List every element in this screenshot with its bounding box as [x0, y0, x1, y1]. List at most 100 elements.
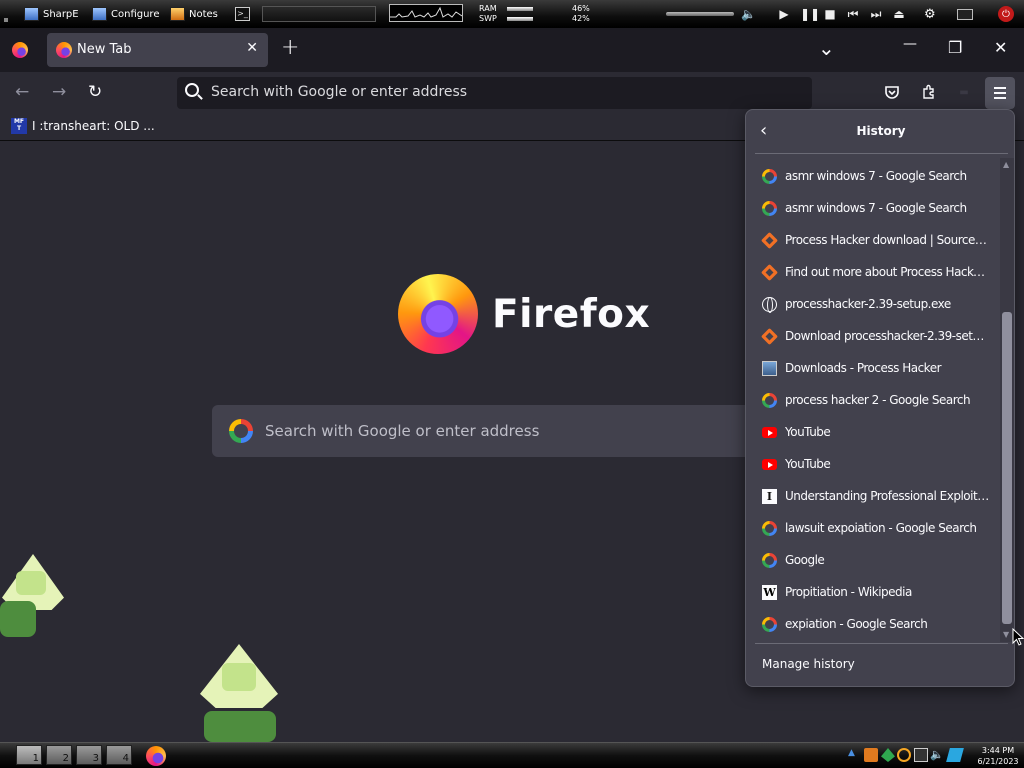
app-menu-button[interactable] [985, 77, 1015, 109]
configure-icon [92, 7, 107, 21]
divider [755, 153, 1008, 154]
workspace-number: 4 [122, 753, 129, 764]
forward-button[interactable]: → [52, 82, 66, 102]
extensions-icon[interactable] [920, 83, 938, 101]
google-icon [762, 617, 777, 632]
new-tab-button[interactable]: + [281, 35, 299, 60]
system-top-panel: SharpE Configure Notes >_ RAM SWP 46% 42… [0, 0, 1024, 28]
monitor-icon[interactable] [957, 0, 973, 28]
list-all-tabs-icon[interactable]: ⌄ [818, 36, 835, 60]
eject-icon[interactable]: ⏏ [892, 7, 906, 21]
cpu-graph-line [390, 6, 462, 18]
ram-label: RAM [479, 4, 497, 13]
history-scrollbar[interactable]: ▲ ▼ [1000, 158, 1014, 642]
history-title: History [856, 124, 906, 138]
tab-strip: New Tab ✕ + ⌄ — ❐ ✕ [0, 28, 1024, 72]
tray-search-icon[interactable] [897, 748, 911, 762]
next-icon[interactable]: ⏭ [869, 7, 883, 22]
notes-icon [170, 7, 185, 21]
ram-percent: 46% [572, 4, 590, 13]
power-icon[interactable]: ⏻ [998, 6, 1014, 22]
history-item-label: Understanding Professional Exploitation … [785, 489, 991, 503]
settings-icon[interactable]: ⚙ [924, 0, 936, 28]
scroll-up-icon[interactable]: ▲ [1003, 160, 1009, 169]
launcher-sharpe[interactable]: SharpE [24, 0, 79, 28]
pocket-icon[interactable] [883, 83, 901, 101]
speaker-icon[interactable]: 🔈 [741, 0, 756, 28]
history-item[interactable]: asmr windows 7 - Google Search [754, 192, 1000, 224]
history-item[interactable]: I Understanding Professional Exploitation… [754, 480, 1000, 512]
history-item[interactable]: W Propitiation - Wikipedia [754, 576, 1000, 608]
history-item-label: Download processhacker-2.39-setup.exe (P… [785, 329, 991, 343]
firefox-view-icon[interactable] [12, 42, 28, 58]
reload-button[interactable]: ↻ [88, 82, 102, 102]
url-placeholder: Search with Google or enter address [211, 84, 468, 100]
play-icon[interactable]: ▶ [777, 7, 791, 21]
tray-app2-icon[interactable] [946, 748, 964, 762]
workspace-3[interactable]: 3 [76, 745, 102, 765]
terminal-icon: >_ [235, 7, 250, 21]
history-item-label: asmr windows 7 - Google Search [785, 169, 967, 183]
history-item[interactable]: Download processhacker-2.39-setup.exe (P… [754, 320, 1000, 352]
history-item[interactable]: expiation - Google Search [754, 608, 1000, 640]
workspace-4[interactable]: 4 [106, 745, 132, 765]
divider [755, 643, 1008, 644]
tray-network-icon[interactable] [881, 748, 895, 762]
youtube-icon [762, 459, 777, 470]
clock[interactable]: 3:44 PM 6/21/2023 [972, 745, 1024, 767]
history-item[interactable]: asmr windows 7 - Google Search [754, 160, 1000, 192]
swap-percent: 42% [572, 14, 590, 23]
tab-close-icon[interactable]: ✕ [246, 40, 258, 56]
firefox-taskbar-icon[interactable] [146, 746, 166, 766]
launcher-label: SharpE [43, 8, 79, 20]
history-panel: ‹ History asmr windows 7 - Google Search… [745, 109, 1015, 687]
tray-arrow-icon[interactable]: ▲ [848, 748, 862, 762]
search-icon [185, 83, 199, 97]
firefox-logo-icon [398, 274, 478, 354]
tray-volume-icon[interactable]: 🔈 [930, 748, 944, 762]
launcher-label: Notes [189, 8, 218, 20]
volume-slider[interactable] [666, 12, 734, 16]
window-list-bar[interactable] [262, 6, 376, 22]
history-item[interactable]: process hacker 2 - Google Search [754, 384, 1000, 416]
previous-icon[interactable]: ⏮ [846, 7, 860, 22]
url-bar[interactable]: Search with Google or enter address [177, 77, 812, 109]
launcher-terminal[interactable]: >_ [235, 0, 250, 28]
workspace-1[interactable]: 1 [16, 745, 42, 765]
pause-icon[interactable]: ❚❚ [800, 7, 820, 21]
content-search-input[interactable]: Search with Google or enter address [212, 405, 772, 457]
memory-percent: 46% 42% [572, 0, 590, 28]
history-item[interactable]: lawsuit expoiation - Google Search [754, 512, 1000, 544]
minimize-button[interactable]: — [903, 36, 917, 52]
history-item-label: YouTube [785, 425, 831, 439]
launcher-notes[interactable]: Notes [170, 0, 218, 28]
close-window-button[interactable]: ✕ [994, 38, 1007, 57]
desktop-icon [24, 7, 39, 21]
stop-icon[interactable]: ■ [823, 7, 837, 21]
history-item[interactable]: YouTube [754, 416, 1000, 448]
tab-new-tab[interactable]: New Tab ✕ [47, 33, 268, 67]
memory-labels: RAM SWP [479, 0, 497, 28]
globe-icon [762, 297, 777, 313]
restore-button[interactable]: ❐ [948, 38, 962, 57]
tray-app-icon[interactable] [864, 748, 878, 762]
history-item[interactable]: Google [754, 544, 1000, 576]
history-item[interactable]: YouTube [754, 448, 1000, 480]
panel-grip [4, 0, 10, 28]
scrollbar-thumb[interactable] [1002, 312, 1012, 624]
back-button[interactable]: ← [15, 82, 29, 102]
google-icon [762, 393, 777, 408]
launcher-configure[interactable]: Configure [92, 0, 159, 28]
history-item-label: Find out more about Process Hacker | Sou… [785, 265, 991, 279]
mouse-cursor-icon [1012, 628, 1024, 646]
history-item[interactable]: processhacker-2.39-setup.exe [754, 288, 1000, 320]
tray-display-icon[interactable] [914, 748, 928, 762]
manage-history-button[interactable]: Manage history [762, 657, 855, 671]
history-item[interactable]: Find out more about Process Hacker | Sou… [754, 256, 1000, 288]
history-item[interactable]: Downloads - Process Hacker [754, 352, 1000, 384]
scroll-down-icon[interactable]: ▼ [1003, 630, 1009, 639]
google-icon [229, 419, 253, 443]
workspace-2[interactable]: 2 [46, 745, 72, 765]
history-item[interactable]: Process Hacker download | SourceForge.ne… [754, 224, 1000, 256]
bottom-taskbar: 1 2 3 4 ▲ 🔈 3:44 PM 6/21/2023 [0, 742, 1024, 768]
